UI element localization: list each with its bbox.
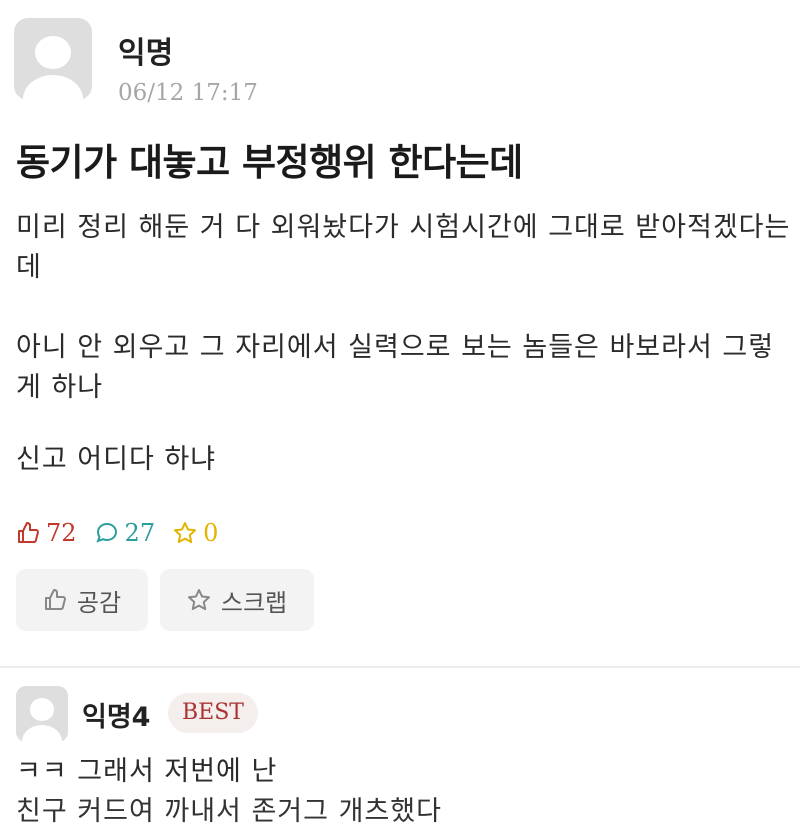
scrap-count: 0 [173, 519, 218, 547]
like-button-label: 공감 [76, 589, 122, 617]
comment-text-line-2: 친구 커드여 까내서 존거그 개츠했다 [16, 796, 442, 827]
like-count-value: 72 [46, 519, 77, 547]
speech-bubble-icon [95, 522, 117, 543]
comment-text: ㅋㅋ 그래서 저번에 난 [16, 756, 278, 787]
comment-avatar[interactable] [16, 686, 68, 742]
like-count: 72 [16, 519, 77, 547]
avatar[interactable] [14, 18, 92, 100]
post-time: 06/12 17:17 [118, 80, 258, 106]
scrap-button[interactable]: 스크랩 [160, 569, 314, 631]
like-button[interactable]: 공감 [16, 569, 148, 631]
post-author: 익명 [118, 36, 174, 71]
post-title: 동기가 대놓고 부정행위 한다는데 [16, 141, 523, 184]
section-divider [0, 666, 800, 668]
comment-author: 익명4 [82, 702, 151, 733]
avatar-head-shape [30, 698, 54, 721]
comment-count: 27 [95, 519, 156, 547]
thumbs-up-icon [18, 522, 39, 543]
avatar-body-shape [22, 75, 84, 100]
avatar-head-shape [35, 36, 71, 69]
star-icon [187, 589, 210, 611]
post-paragraph-1: 미리 정리 해둔 거 다 외워놨다가 시험시간에 그대로 받아적겠다는데 [16, 212, 791, 283]
comment-count-value: 27 [124, 519, 156, 547]
post-paragraph-3: 신고 어디다 하냐 [16, 444, 217, 475]
avatar-body-shape [21, 725, 63, 742]
star-icon [174, 522, 197, 544]
post-stats: 72 27 0 [16, 513, 236, 553]
scrap-button-label: 스크랩 [220, 589, 288, 617]
thumbs-up-icon [44, 589, 66, 610]
scrap-count-value: 0 [203, 519, 219, 547]
post-paragraph-2: 아니 안 외우고 그 자리에서 실력으로 보는 놈들은 바보라서 그렇게 하나 [16, 332, 775, 403]
best-badge: BEST [168, 693, 258, 733]
post-header: 익명 06/12 17:17 [14, 18, 774, 108]
